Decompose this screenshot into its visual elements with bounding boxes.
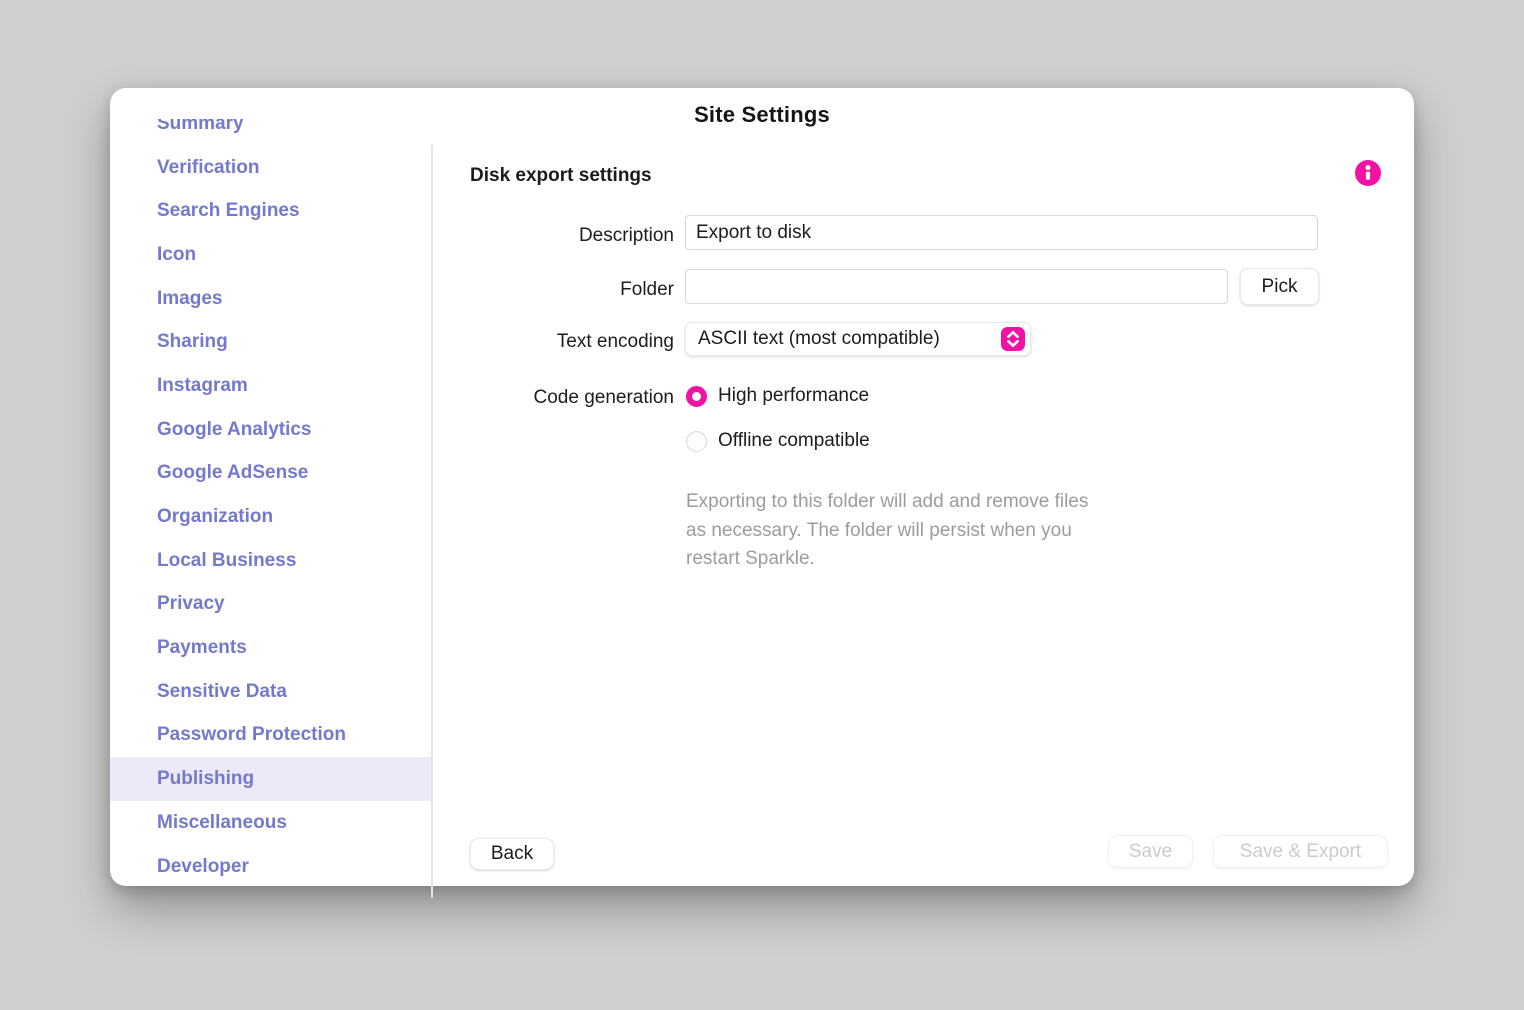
- back-button[interactable]: Back: [470, 838, 554, 870]
- save-button[interactable]: Save: [1108, 835, 1193, 868]
- sidebar-item-label: Instagram: [157, 375, 248, 397]
- section-title: Disk export settings: [470, 165, 652, 187]
- sidebar-item-sensitive-data[interactable]: Sensitive Data: [110, 670, 431, 714]
- sidebar-item-images[interactable]: Images: [110, 277, 431, 321]
- radio-selected-icon[interactable]: [686, 386, 707, 407]
- text-encoding-select[interactable]: ASCII text (most compatible): [685, 322, 1031, 356]
- sidebar-item-label: Payments: [157, 637, 247, 659]
- sidebar-item-label: Publishing: [157, 768, 254, 790]
- radio-option-label: Offline compatible: [718, 430, 870, 452]
- sidebar-item-verification[interactable]: Verification: [110, 146, 431, 190]
- export-helper-text: Exporting to this folder will add and re…: [686, 488, 1206, 574]
- description-label: Description: [410, 225, 674, 247]
- radio-unselected-icon[interactable]: [686, 431, 707, 452]
- sidebar-item-label: Local Business: [157, 550, 296, 572]
- sidebar-item-label: Search Engines: [157, 200, 300, 222]
- helper-line: as necessary. The folder will persist wh…: [686, 517, 1206, 546]
- text-encoding-label: Text encoding: [410, 331, 674, 353]
- sidebar-item-summary[interactable]: Summary: [110, 119, 431, 146]
- sidebar-item-local-business[interactable]: Local Business: [110, 539, 431, 583]
- sidebar-item-label: Organization: [157, 506, 273, 528]
- save-and-export-button[interactable]: Save & Export: [1213, 835, 1388, 868]
- sidebar-item-privacy[interactable]: Privacy: [110, 583, 431, 627]
- sidebar-divider: [431, 145, 433, 898]
- sidebar-item-icon[interactable]: Icon: [110, 233, 431, 277]
- sidebar-item-label: Summary: [157, 119, 244, 135]
- sidebar-item-label: Google AdSense: [157, 462, 308, 484]
- sidebar-item-label: Developer: [157, 856, 249, 878]
- sidebar-item-organization[interactable]: Organization: [110, 495, 431, 539]
- pick-button[interactable]: Pick: [1240, 268, 1319, 305]
- folder-input[interactable]: [685, 269, 1228, 304]
- sidebar-list: Summary Verification Search Engines Icon…: [110, 119, 431, 886]
- sidebar-item-label: Sharing: [157, 331, 228, 353]
- helper-line: restart Sparkle.: [686, 545, 1206, 574]
- radio-option-high-performance[interactable]: High performance: [686, 385, 869, 407]
- sidebar-item-miscellaneous[interactable]: Miscellaneous: [110, 801, 431, 845]
- sidebar-item-payments[interactable]: Payments: [110, 626, 431, 670]
- sidebar-item-publishing[interactable]: Publishing: [110, 757, 431, 801]
- radio-option-label: High performance: [718, 385, 869, 407]
- helper-line: Exporting to this folder will add and re…: [686, 488, 1206, 517]
- sidebar-item-google-adsense[interactable]: Google AdSense: [110, 452, 431, 496]
- sidebar-item-google-analytics[interactable]: Google Analytics: [110, 408, 431, 452]
- chevron-up-down-icon: [1001, 327, 1025, 351]
- sidebar-item-label: Sensitive Data: [157, 681, 287, 703]
- sidebar-item-label: Verification: [157, 157, 259, 179]
- sidebar-item-label: Icon: [157, 244, 196, 266]
- sidebar-item-label: Images: [157, 288, 222, 310]
- radio-option-offline-compatible[interactable]: Offline compatible: [686, 430, 870, 452]
- sidebar-item-label: Miscellaneous: [157, 812, 287, 834]
- code-generation-label: Code generation: [410, 387, 674, 409]
- sidebar-item-label: Privacy: [157, 593, 225, 615]
- sidebar-item-search-engines[interactable]: Search Engines: [110, 189, 431, 233]
- settings-sidebar[interactable]: Summary Verification Search Engines Icon…: [110, 119, 431, 886]
- folder-label: Folder: [410, 279, 674, 301]
- sidebar-item-instagram[interactable]: Instagram: [110, 364, 431, 408]
- site-settings-window: Site Settings Summary Verification Searc…: [110, 88, 1414, 886]
- description-input[interactable]: [685, 215, 1318, 250]
- info-icon[interactable]: [1355, 160, 1381, 186]
- sidebar-item-label: Google Analytics: [157, 419, 312, 441]
- text-encoding-selected-value: ASCII text (most compatible): [698, 328, 940, 350]
- sidebar-item-sharing[interactable]: Sharing: [110, 320, 431, 364]
- sidebar-item-password-protection[interactable]: Password Protection: [110, 714, 431, 758]
- sidebar-item-label: Password Protection: [157, 724, 346, 746]
- sidebar-item-developer[interactable]: Developer: [110, 845, 431, 886]
